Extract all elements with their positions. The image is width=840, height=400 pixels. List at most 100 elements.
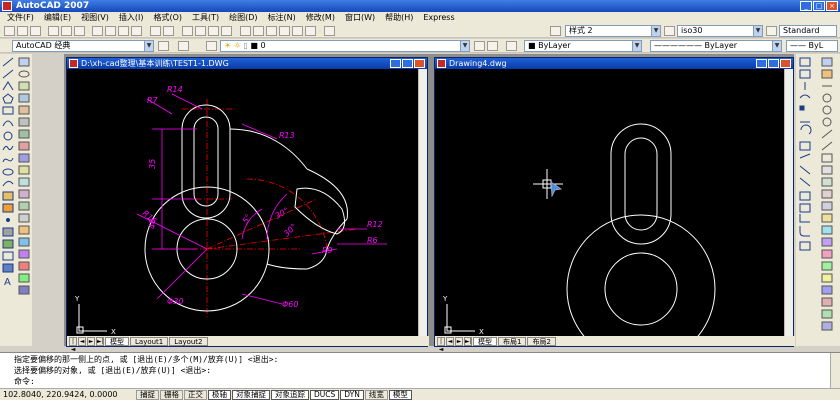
close-icon[interactable] — [780, 59, 791, 68]
publish-icon[interactable] — [74, 26, 85, 36]
menu-help[interactable]: 帮助(H) — [380, 12, 418, 24]
tool-palettes-icon[interactable] — [266, 26, 277, 36]
first-tab-icon[interactable]: |◄ — [69, 336, 77, 353]
chevron-down-icon[interactable]: ▼ — [651, 26, 660, 36]
chevron-down-icon[interactable]: ▼ — [772, 41, 781, 51]
last-tab-icon[interactable]: ►| — [464, 336, 472, 346]
quickcalc-icon[interactable] — [305, 26, 316, 36]
copy-icon[interactable] — [105, 26, 116, 36]
plot-icon[interactable] — [48, 26, 59, 36]
maximize-icon[interactable] — [402, 59, 413, 68]
prev-tab-icon[interactable]: ◄ — [78, 336, 86, 346]
zoom-realtime-icon[interactable] — [195, 26, 206, 36]
model-space-canvas[interactable]: R14 R7 R13 35 48 R16 5° 30° 30° R12 R6 R… — [67, 69, 418, 336]
next-tab-icon[interactable]: ► — [455, 336, 463, 346]
layer-manager-icon[interactable] — [206, 41, 217, 51]
redo-icon[interactable] — [163, 26, 174, 36]
model-toggle[interactable]: 模型 — [388, 389, 412, 400]
minimize-icon[interactable] — [390, 59, 401, 68]
restore-button[interactable]: □ — [813, 1, 825, 11]
prev-tab-icon[interactable]: ◄ — [446, 336, 454, 346]
drawing-window-test1[interactable]: D:\xh-cad整理\基本训练\TEST1-1.DWG R14 R7 R13 … — [66, 57, 429, 353]
chevron-down-icon[interactable]: ▼ — [144, 41, 153, 51]
preview-icon[interactable] — [61, 26, 72, 36]
workspace-select[interactable]: AutoCAD 经典 ▼ — [12, 40, 154, 52]
new-icon[interactable] — [4, 26, 15, 36]
vertical-scrollbar[interactable] — [784, 69, 793, 336]
help-icon[interactable] — [324, 26, 335, 36]
chevron-down-icon[interactable]: ▼ — [460, 41, 469, 51]
menu-dimension[interactable]: 标注(N) — [263, 12, 301, 24]
command-prompt[interactable]: 命令: — [14, 377, 35, 387]
tab-model[interactable]: 模型 — [473, 336, 497, 346]
text-style-icon[interactable] — [550, 26, 561, 36]
tab-layout1[interactable]: 布局1 — [498, 336, 527, 346]
text-style-select[interactable]: 样式 2 ▼ — [565, 25, 661, 37]
close-icon[interactable] — [414, 59, 425, 68]
chevron-down-icon[interactable]: ▼ — [632, 41, 641, 51]
properties-icon[interactable] — [240, 26, 251, 36]
menu-modify[interactable]: 修改(M) — [301, 12, 340, 24]
menu-view[interactable]: 视图(V) — [76, 12, 114, 24]
command-scrollbar[interactable] — [830, 353, 840, 389]
menu-tools[interactable]: 工具(T) — [187, 12, 224, 24]
make-current-icon[interactable] — [474, 41, 485, 51]
menu-format[interactable]: 格式(O) — [148, 12, 187, 24]
paste-icon[interactable] — [118, 26, 129, 36]
layer-select[interactable]: ☀ ☼ ▯ ■ 0 ▼ — [220, 40, 470, 52]
color-icon[interactable] — [506, 41, 517, 51]
minimize-icon[interactable] — [756, 59, 767, 68]
undo-icon[interactable] — [150, 26, 161, 36]
menu-window[interactable]: 窗口(W) — [340, 12, 380, 24]
pan-icon[interactable] — [182, 26, 193, 36]
menu-draw[interactable]: 绘图(D) — [224, 12, 262, 24]
markup-icon[interactable] — [292, 26, 303, 36]
command-window[interactable]: 指定要偏移的那一侧上的点, 或 [退出(E)/多个(M)/放弃(U)] <退出>… — [0, 352, 840, 389]
polar-toggle[interactable]: 极轴 — [208, 389, 231, 400]
menu-insert[interactable]: 插入(I) — [114, 12, 149, 24]
cut-icon[interactable] — [92, 26, 103, 36]
color-select[interactable]: ■ ByLayer ▼ — [524, 40, 642, 52]
lineweight-toggle[interactable]: 线宽 — [364, 389, 388, 400]
dim-style-icon[interactable] — [664, 26, 675, 36]
layer-previous-icon[interactable] — [487, 41, 498, 51]
grid-toggle[interactable]: 栅格 — [160, 389, 183, 400]
tab-model[interactable]: 模型 — [105, 336, 129, 346]
workspace-save-icon[interactable] — [178, 41, 189, 51]
match-properties-icon[interactable] — [131, 26, 142, 36]
first-tab-icon[interactable]: |◄ — [437, 336, 445, 353]
lineweight-select[interactable]: —— ByL — [786, 40, 838, 52]
dyn-toggle[interactable]: DYN — [340, 389, 364, 400]
menu-edit[interactable]: 编辑(E) — [39, 12, 76, 24]
tab-layout2[interactable]: Layout2 — [169, 336, 208, 346]
drawing-window-drawing4[interactable]: Drawing4.dwg Y X |◄ ◄ ► ►| 模型 布局1 布局2 — [434, 57, 795, 364]
chevron-down-icon[interactable]: ▼ — [753, 26, 762, 36]
tab-layout1[interactable]: Layout1 — [130, 336, 169, 346]
ducs-toggle[interactable]: DUCS — [310, 389, 340, 400]
next-tab-icon[interactable]: ► — [87, 336, 95, 346]
design-center-icon[interactable] — [253, 26, 264, 36]
menu-file[interactable]: 文件(F) — [2, 12, 39, 24]
sheet-set-icon[interactable] — [279, 26, 290, 36]
osnap-toggle[interactable]: 对象捕捉 — [232, 389, 270, 400]
ortho-toggle[interactable]: 正交 — [184, 389, 207, 400]
snap-toggle[interactable]: 捕捉 — [136, 389, 159, 400]
table-style-select[interactable]: Standard — [779, 25, 837, 37]
open-icon[interactable] — [17, 26, 28, 36]
zoom-window-icon[interactable] — [208, 26, 219, 36]
model-space-canvas[interactable]: Y X — [435, 69, 784, 364]
workspace-settings-icon[interactable] — [158, 41, 169, 51]
menu-express[interactable]: Express — [418, 12, 459, 24]
table-style-icon[interactable] — [766, 26, 777, 36]
dim-style-select[interactable]: iso30 ▼ — [677, 25, 763, 37]
zoom-previous-icon[interactable] — [221, 26, 232, 36]
maximize-icon[interactable] — [768, 59, 779, 68]
minimize-button[interactable]: _ — [800, 1, 812, 11]
close-button[interactable]: × — [826, 1, 838, 11]
linetype-select[interactable]: —————— ByLayer ▼ — [650, 40, 782, 52]
vertical-scrollbar[interactable] — [418, 69, 427, 336]
otrack-toggle[interactable]: 对象追踪 — [271, 389, 309, 400]
tab-layout2[interactable]: 布局2 — [527, 336, 556, 346]
last-tab-icon[interactable]: ►| — [96, 336, 104, 346]
save-icon[interactable] — [30, 26, 41, 36]
